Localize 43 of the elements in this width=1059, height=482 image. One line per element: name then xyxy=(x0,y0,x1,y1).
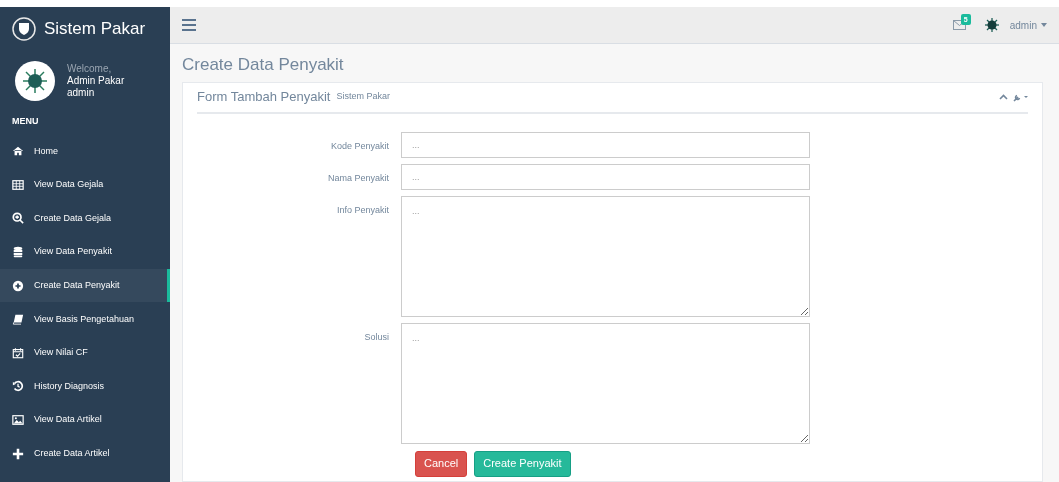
sidebar-item[interactable]: History Diagnosis xyxy=(0,369,170,404)
input-field[interactable]: ... xyxy=(401,131,810,158)
book-icon xyxy=(12,313,24,326)
database-icon xyxy=(12,246,24,259)
calendar-check-icon xyxy=(12,346,24,359)
page-title: Create Data Penyakit xyxy=(181,54,345,76)
text-area[interactable]: ... xyxy=(401,322,810,444)
panel-subtitle: Sistem Pakar xyxy=(336,90,390,104)
avatar-icon[interactable] xyxy=(983,17,1000,33)
history-icon xyxy=(12,380,24,393)
field-label: Solusi xyxy=(363,330,390,344)
field-label: Nama Penyakit xyxy=(326,171,390,185)
welcome-text: Welcome, xyxy=(67,63,113,75)
sidebar-item[interactable]: View Data Penyakit xyxy=(0,235,170,269)
plus-circle-icon xyxy=(12,279,24,292)
sidebar-item[interactable]: View Basis Pengetahuan xyxy=(0,302,170,337)
sidebar-item[interactable]: View Data Gejala xyxy=(0,168,170,202)
user-role: admin xyxy=(67,87,96,99)
caret-icon xyxy=(1041,23,1047,27)
brand-name[interactable]: Sistem Pakar xyxy=(44,16,146,42)
menu-icon[interactable] xyxy=(182,19,196,31)
collapse-icon[interactable] xyxy=(999,94,1008,100)
sidebar-item[interactable]: Home xyxy=(0,134,170,169)
avatar-icon xyxy=(15,61,55,101)
sidebar-item[interactable]: View Data Artikel xyxy=(0,403,170,437)
cancel-button[interactable]: Cancel xyxy=(415,450,468,477)
home-icon xyxy=(12,145,24,158)
menu-heading: MENU xyxy=(11,115,40,128)
input-field[interactable]: ... xyxy=(401,163,810,190)
sidebar-item[interactable]: Create Data Penyakit xyxy=(0,268,170,303)
shield-icon xyxy=(12,17,36,41)
sidebar-item[interactable]: Create Data Artikel xyxy=(0,436,170,471)
panel-title: Form Tambah Penyakit xyxy=(197,88,331,107)
sidebar-item[interactable]: View Nilai CF xyxy=(0,336,170,370)
field-label: Kode Penyakit xyxy=(329,139,390,153)
zoom-in-icon xyxy=(12,212,24,225)
image-icon xyxy=(12,414,24,427)
text-area[interactable]: ... xyxy=(401,195,810,317)
plus-icon xyxy=(12,447,24,460)
table-icon xyxy=(12,178,24,191)
field-label: Info Penyakit xyxy=(335,203,390,217)
user-name: Admin Pakar xyxy=(67,75,125,87)
sidebar-item[interactable]: Create Data Gejala xyxy=(0,201,170,236)
